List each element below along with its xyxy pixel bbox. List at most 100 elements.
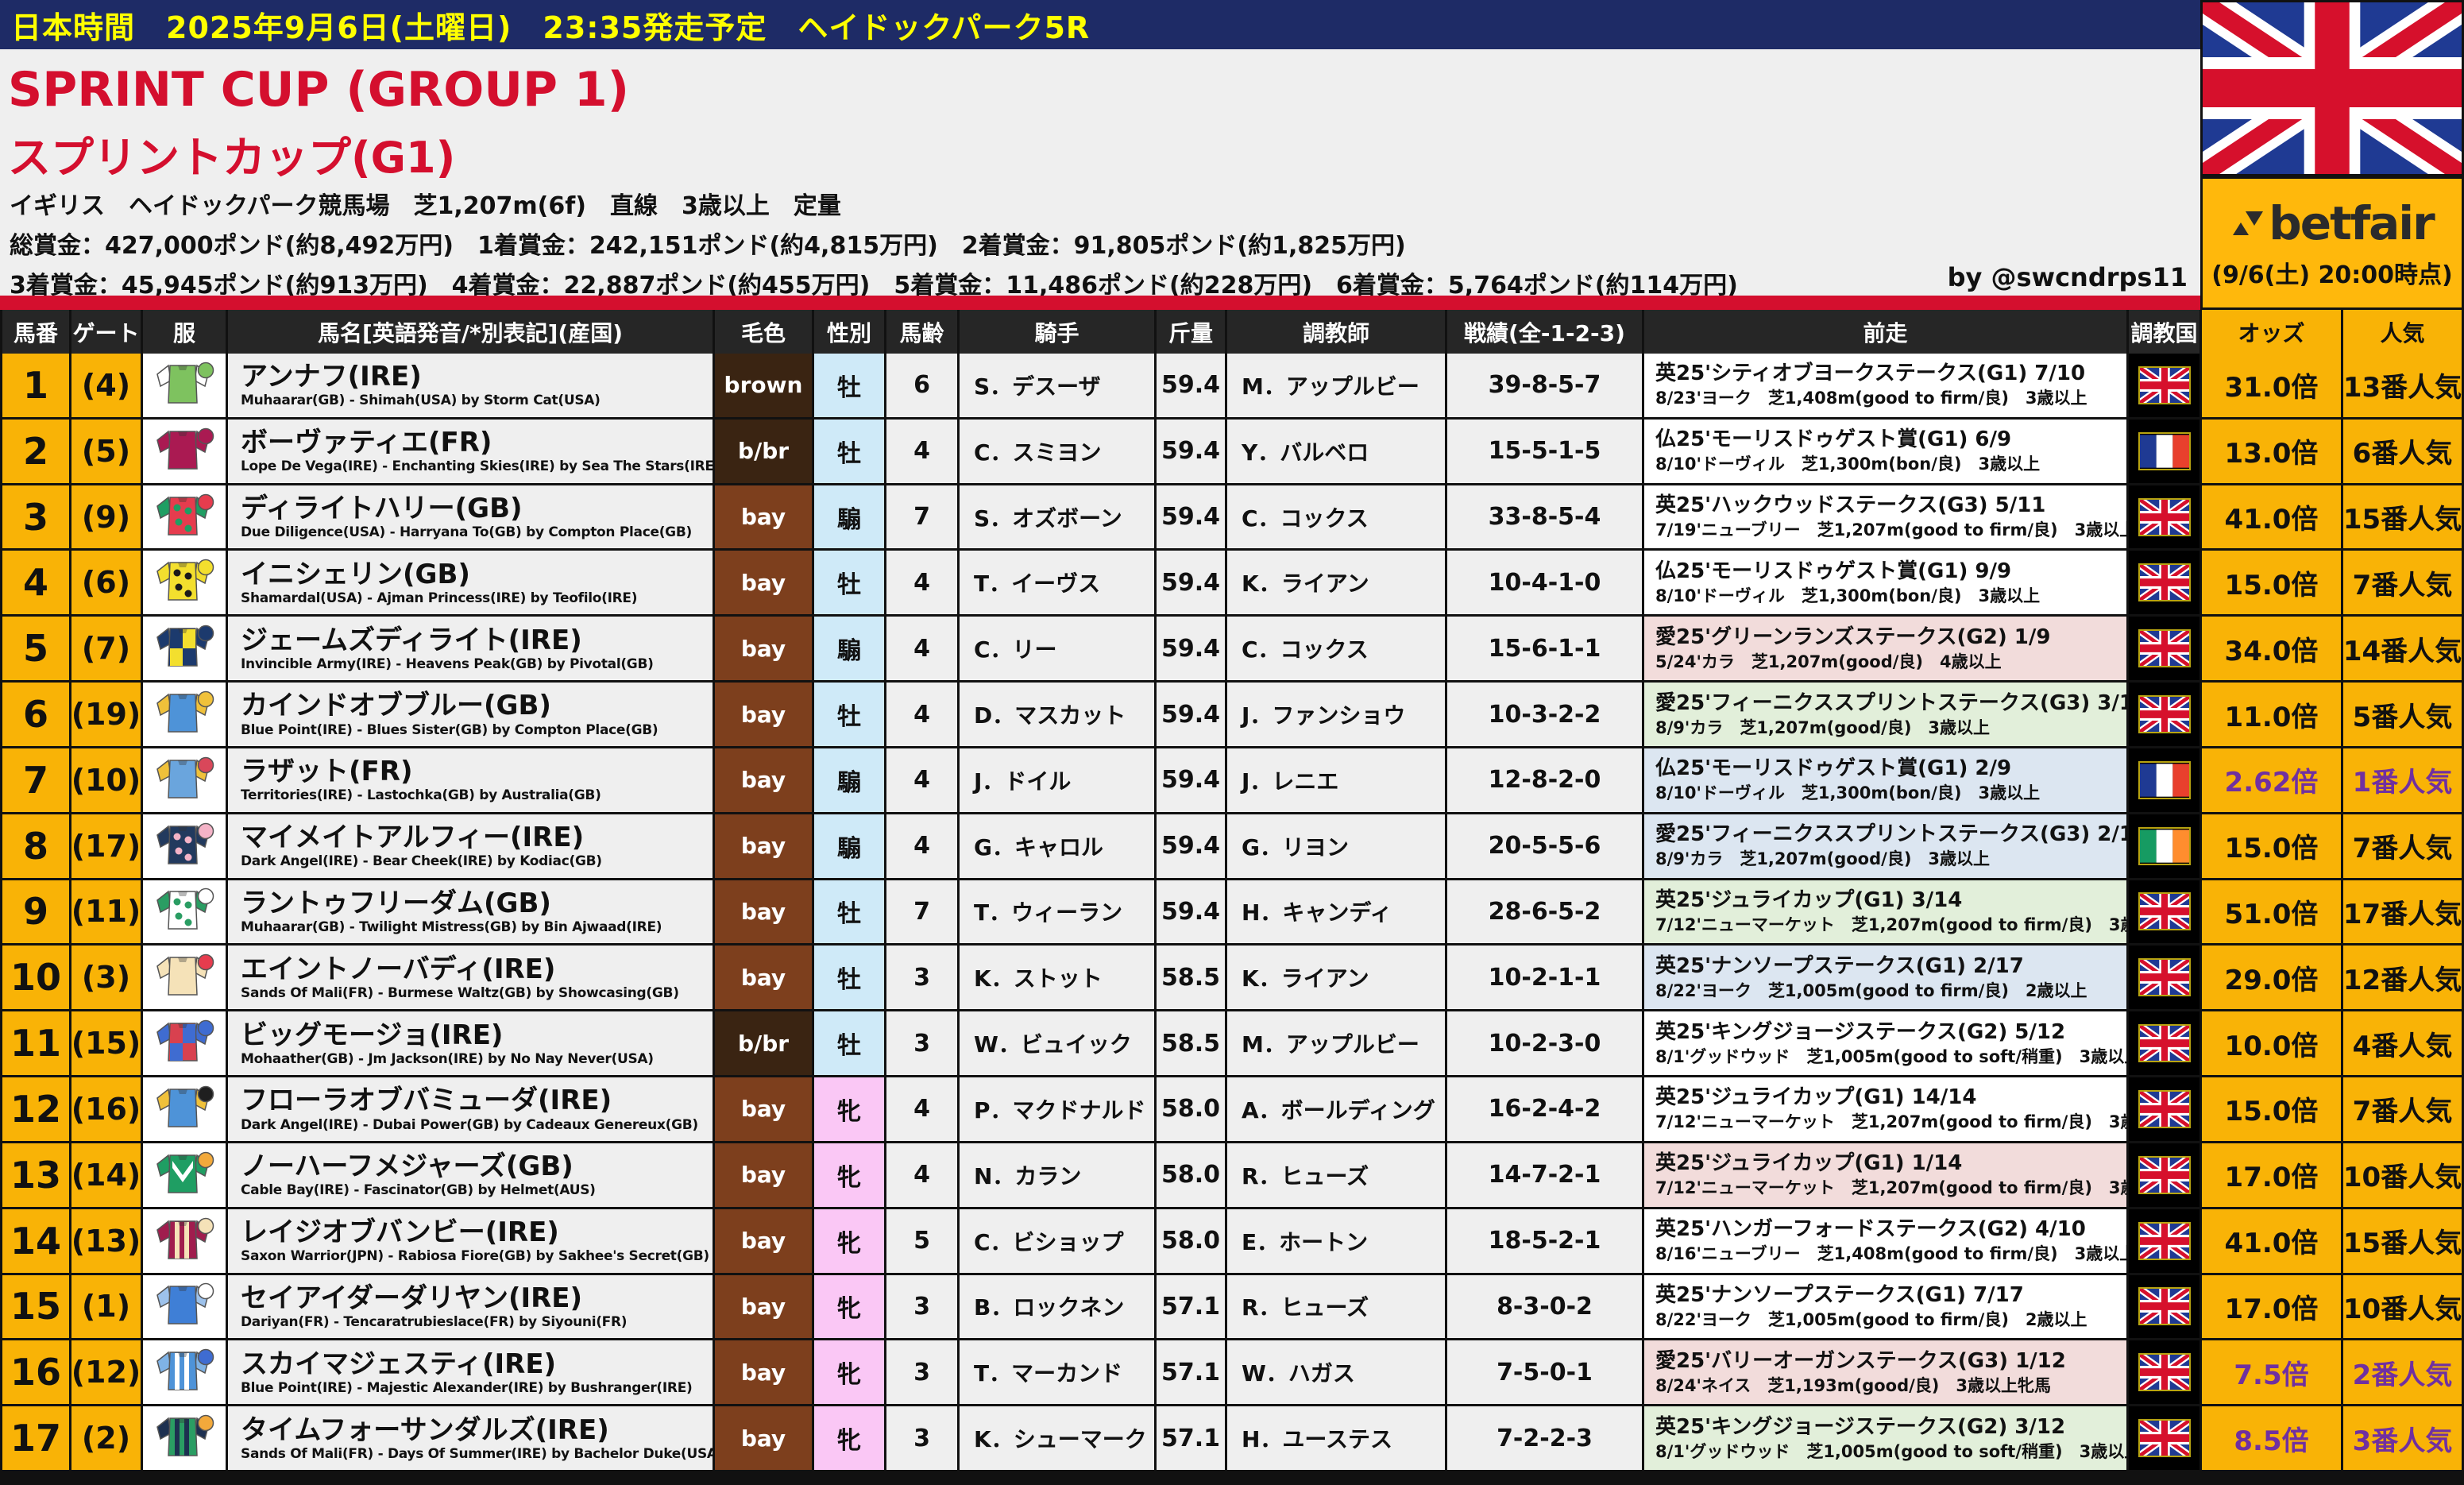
horse-name-cell: レイジオブバンビー(IRE) Saxon Warrior(JPN) - Rabi… — [228, 1209, 715, 1273]
sex: 牡 — [814, 354, 886, 417]
table-row: 10 (3) エイントノーバディ(IRE) Sands Of Mali(FR) … — [2, 946, 2464, 1011]
odds: 31.0倍 — [2202, 354, 2343, 417]
gate-number: (4) — [71, 354, 143, 417]
horse-name-cell: ラザット(FR) Territories(IRE) - Lastochka(GB… — [228, 748, 715, 812]
coat-color: bay — [715, 1406, 814, 1470]
gate-number: (6) — [71, 551, 143, 614]
training-country-flag — [2129, 1340, 2202, 1404]
previous-race-cell: 英25'ジュライカップ(G1) 14/14 7/12'ニューマーケット 芝1,2… — [1644, 1077, 2129, 1141]
col-horse-number: 馬番 — [2, 310, 71, 354]
jockey: T．ウィーラン — [960, 880, 1157, 944]
horse-name-cell: ビッグモージョ(IRE) Mohaather(GB) - Jm Jackson(… — [228, 1011, 715, 1075]
horse-pedigree: Dark Angel(IRE) - Bear Cheek(IRE) by Kod… — [241, 853, 602, 869]
popularity: 3番人気 — [2343, 1406, 2464, 1470]
jockey-silks-icon — [143, 683, 228, 746]
training-country-flag — [2129, 1077, 2202, 1141]
table-row: 13 (14) ノーハーフメジャーズ(GB) Cable Bay(IRE) - … — [2, 1143, 2464, 1209]
coat-color: bay — [715, 485, 814, 549]
coat-color: bay — [715, 1340, 814, 1404]
jockey-silks-icon — [143, 485, 228, 549]
horse-number: 11 — [2, 1011, 71, 1075]
carried-weight: 59.4 — [1157, 814, 1227, 878]
runner-table: 1 (4) アンナフ(IRE) Muhaarar(GB) - Shimah(US… — [0, 354, 2464, 1479]
previous-race-cell: 仏25'モーリスドゥゲスト賞(G1) 9/9 8/10'ドーヴィル 芝1,300… — [1644, 551, 2129, 614]
horse-name-cell: ボーヴァティエ(FR) Lope De Vega(IRE) - Enchanti… — [228, 420, 715, 483]
carried-weight: 59.4 — [1157, 485, 1227, 549]
table-row: 6 (19) カインドオブブルー(GB) Blue Point(IRE) - B… — [2, 683, 2464, 748]
coat-color: b/br — [715, 420, 814, 483]
jockey-silks-icon — [143, 1011, 228, 1075]
previous-race-detail: 8/22'ヨーク 芝1,005m(good to firm/良) 2歳以上 — [1655, 1312, 2087, 1328]
odds: 15.0倍 — [2202, 1077, 2343, 1141]
previous-race-detail: 8/9'カラ 芝1,207m(good/良) 3歳以上 — [1655, 851, 1990, 868]
previous-race-name: 英25'ナンソープステークス(G1) 7/17 — [1655, 1285, 2024, 1305]
previous-race-detail: 8/1'グッドウッド 芝1,005m(good to soft/稍重) 3歳以上 — [1655, 1049, 2129, 1065]
horse-name: ジェームズディライト(IRE) — [241, 625, 582, 656]
age: 3 — [886, 1406, 960, 1470]
odds: 8.5倍 — [2202, 1406, 2343, 1470]
table-row: 15 (1) セイアイダーダリヤン(IRE) Dariyan(FR) - Ten… — [2, 1275, 2464, 1341]
career-record: 14-7-2-1 — [1447, 1143, 1644, 1207]
horse-name: ディライトハリー(GB) — [241, 493, 523, 524]
previous-race-detail: 5/24'カラ 芝1,207m(good/良) 4歳以上 — [1655, 654, 2002, 671]
credit-handle: by @swcndrps11 — [1948, 262, 2188, 292]
career-record: 10-4-1-0 — [1447, 551, 1644, 614]
jockey-silks-icon — [143, 1406, 228, 1470]
race-title-english: SPRINT CUP (GROUP 1) — [8, 62, 629, 118]
previous-race-name: 英25'ジュライカップ(G1) 3/14 — [1655, 890, 1962, 911]
jockey: W．ビュイック — [960, 1011, 1157, 1075]
gate-number: (17) — [71, 814, 143, 878]
training-country-flag — [2129, 420, 2202, 483]
odds: 2.62倍 — [2202, 748, 2343, 812]
age: 3 — [886, 1011, 960, 1075]
previous-race-detail: 8/24'ネイス 芝1,193m(good/良) 3歳以上牝馬 — [1655, 1378, 2051, 1394]
trainer: R．ヒューズ — [1227, 1143, 1447, 1207]
previous-race-cell: 愛25'バリーオーガンステークス(G3) 1/12 8/24'ネイス 芝1,19… — [1644, 1340, 2129, 1404]
jockey-silks-icon — [143, 1340, 228, 1404]
age: 4 — [886, 748, 960, 812]
jockey-silks-icon — [143, 880, 228, 944]
horse-name: セイアイダーダリヤン(IRE) — [241, 1283, 582, 1314]
odds: 41.0倍 — [2202, 1209, 2343, 1273]
col-record: 戦績(全-1-2-3) — [1447, 310, 1644, 354]
previous-race-name: 愛25'フィーニクススプリントステークス(G3) 2/12 — [1655, 824, 2129, 845]
trainer: M．アップルビー — [1227, 354, 1447, 417]
previous-race-detail: 8/22'ヨーク 芝1,005m(good to firm/良) 2歳以上 — [1655, 983, 2087, 1000]
sex: 騸 — [814, 485, 886, 549]
career-record: 7-5-0-1 — [1447, 1340, 1644, 1404]
previous-race-detail: 8/23'ヨーク 芝1,408m(good to firm/良) 3歳以上 — [1655, 390, 2087, 407]
sex: 騸 — [814, 748, 886, 812]
col-age: 馬齢 — [886, 310, 960, 354]
sex: 騸 — [814, 814, 886, 878]
table-row: 5 (7) ジェームズディライト(IRE) Invincible Army(IR… — [2, 617, 2464, 683]
union-jack-flag — [2200, 0, 2464, 176]
odds: 51.0倍 — [2202, 880, 2343, 944]
popularity: 10番人気 — [2343, 1143, 2464, 1207]
previous-race-cell: 英25'ジュライカップ(G1) 1/14 7/12'ニューマーケット 芝1,20… — [1644, 1143, 2129, 1207]
popularity: 15番人気 — [2343, 485, 2464, 549]
popularity: 4番人気 — [2343, 1011, 2464, 1075]
career-record: 7-2-2-3 — [1447, 1406, 1644, 1470]
horse-name: ボーヴァティエ(FR) — [241, 427, 492, 458]
horse-name: アンナフ(IRE) — [241, 362, 422, 393]
popularity: 2番人気 — [2343, 1340, 2464, 1404]
odds-timestamp: (9/6(土) 20:00時点) — [2211, 255, 2453, 290]
popularity: 5番人気 — [2343, 683, 2464, 746]
sex: 牝 — [814, 1143, 886, 1207]
jockey-silks-icon — [143, 420, 228, 483]
jockey-silks-icon — [143, 748, 228, 812]
horse-pedigree: Sands Of Mali(FR) - Days Of Summer(IRE) … — [241, 1446, 715, 1462]
horse-pedigree: Muhaarar(GB) - Twilight Mistress(GB) by … — [241, 919, 662, 935]
horse-number: 3 — [2, 485, 71, 549]
betfair-arrows-icon — [2230, 209, 2265, 238]
carried-weight: 57.1 — [1157, 1406, 1227, 1470]
training-country-flag — [2129, 1143, 2202, 1207]
carried-weight: 57.1 — [1157, 1340, 1227, 1404]
previous-race-cell: 仏25'モーリスドゥゲスト賞(G1) 2/9 8/10'ドーヴィル 芝1,300… — [1644, 748, 2129, 812]
jockey-silks-icon — [143, 814, 228, 878]
race-header: SPRINT CUP (GROUP 1) スプリントカップ(G1) イギリス ヘ… — [0, 49, 2200, 296]
horse-name-cell: ジェームズディライト(IRE) Invincible Army(IRE) - H… — [228, 617, 715, 680]
coat-color: bay — [715, 1143, 814, 1207]
jockey: N．カラン — [960, 1143, 1157, 1207]
sex: 牡 — [814, 880, 886, 944]
